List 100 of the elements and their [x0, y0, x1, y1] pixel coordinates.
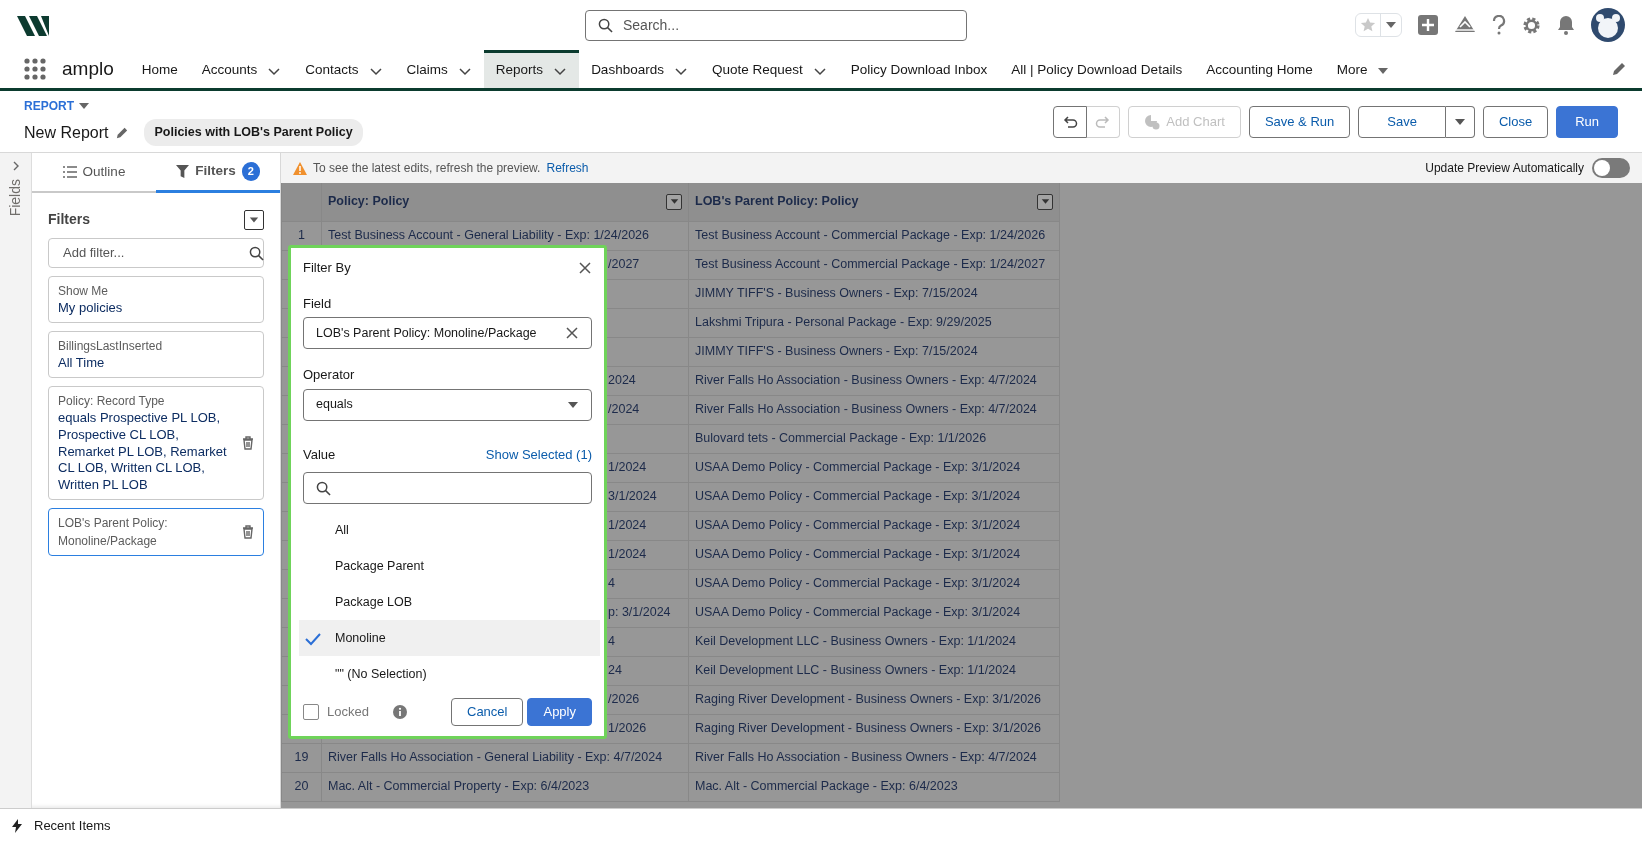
clear-icon[interactable]: [565, 326, 579, 340]
add-filter-field[interactable]: Add filter...: [48, 238, 264, 268]
avatar-icon[interactable]: [1591, 8, 1625, 42]
field-label: Field: [303, 294, 333, 313]
table-cell: USAA Demo Policy - Commercial Package - Exp: 3/1/2024: [695, 460, 1021, 475]
edit-pencil-icon[interactable]: [116, 126, 129, 139]
table-cell: p: 3/1/2024: [608, 605, 671, 620]
toggle-switch[interactable]: [1592, 158, 1630, 178]
notifications-bell-icon[interactable]: [1557, 15, 1575, 35]
value-option[interactable]: Package LOB: [299, 584, 600, 620]
search-icon: [316, 480, 331, 496]
app-launcher-icon[interactable]: [24, 58, 46, 80]
locked-label: Locked: [327, 703, 369, 722]
edit-pencil-icon[interactable]: [1612, 62, 1626, 76]
save-menu-button[interactable]: [1445, 105, 1475, 138]
table-cell: JIMMY TIFF'S - Business Owners - Exp: 7/15/2024: [695, 344, 978, 359]
search-icon: [249, 245, 264, 261]
run-button[interactable]: Run: [1556, 105, 1618, 138]
table-cell: River Falls Ho Association - Business Owners - Exp: 4/7/2024: [695, 402, 1037, 417]
filters-heading: Filters: [48, 210, 90, 229]
column-menu-button[interactable]: [666, 193, 682, 210]
nav-tab[interactable]: Accounting Home: [1194, 50, 1325, 88]
filters-menu-button[interactable]: [244, 209, 264, 230]
value-search-field[interactable]: [303, 472, 592, 504]
filter-label: Policy: Record Type: [58, 392, 166, 410]
settings-icon[interactable]: [1522, 15, 1541, 35]
filter-count-badge: 2: [241, 162, 260, 181]
nav-tab[interactable]: Claims: [394, 50, 484, 88]
row-number: 1: [298, 228, 305, 243]
table-cell: JIMMY TIFF'S - Business Owners - Exp: 7/15/2024: [695, 286, 978, 301]
value-option[interactable]: Package Parent: [299, 548, 600, 584]
filter-card[interactable]: BillingsLastInserted All Time: [48, 330, 264, 378]
caret-down-icon: [669, 197, 679, 207]
popover-title: Filter By: [303, 259, 351, 277]
filter-label: LOB's Parent Policy: Monoline/Package: [58, 515, 169, 551]
table-cell: /2027: [608, 257, 640, 272]
toggle-label: Update Preview Automatically: [1425, 160, 1584, 177]
save-button[interactable]: Save: [1358, 105, 1446, 138]
operator-select[interactable]: equals: [303, 388, 592, 421]
row-number: 20: [294, 779, 309, 794]
search-input[interactable]: Search...: [621, 13, 954, 37]
filter-value: My policies: [58, 300, 124, 317]
table-cell: USAA Demo Policy - Commercial Package - Exp: 3/1/2024: [695, 518, 1021, 533]
nav-tab[interactable]: All | Policy Download Details: [999, 50, 1195, 88]
recent-items-label[interactable]: Recent Items: [34, 816, 111, 836]
table-cell: 1/2024: [608, 460, 647, 475]
column-header: Policy: Policy: [328, 193, 410, 211]
nav-tab[interactable]: More: [1324, 50, 1402, 88]
table-cell: Test Business Account - Commercial Package - Exp: 1/24/2026: [695, 228, 1046, 243]
nav-tab[interactable]: Home: [129, 50, 190, 88]
nav-tab[interactable]: Policy Download Inbox: [838, 50, 1000, 88]
mountain-icon[interactable]: [1454, 15, 1476, 35]
table-cell: USAA Demo Policy - Commercial Package - Exp: 3/1/2024: [695, 489, 1021, 504]
nav-tab[interactable]: Quote Request: [699, 50, 839, 88]
table-cell: 4: [608, 634, 615, 649]
panel-tab[interactable]: Outline: [32, 153, 156, 193]
fields-tab[interactable]: Fields: [5, 179, 26, 217]
nav-tab[interactable]: Contacts: [293, 50, 395, 88]
filter-card[interactable]: LOB's Parent Policy: Monoline/Package: [48, 508, 264, 557]
filter-value: equals Prospective PL LOB, Prospective CL LOB, Remarket PL LOB, Remarket CL LOB, Written CL LOB, Written PL LOB: [58, 409, 228, 495]
field-input[interactable]: LOB's Parent Policy: Monoline/Package: [303, 317, 592, 349]
expand-chevron-icon[interactable]: [11, 161, 20, 171]
toolbar-button[interactable]: Save & Run: [1248, 105, 1351, 138]
toolbar-button[interactable]: Close: [1482, 105, 1549, 138]
table-cell: Raging River Development - Business Owners - Exp: 3/1/2026: [695, 692, 1041, 707]
show-selected-link[interactable]: Show Selected (1): [485, 444, 592, 464]
table-cell: 1/2026: [608, 721, 647, 736]
search-icon: [598, 17, 613, 33]
nav-tab[interactable]: Reports: [483, 50, 580, 88]
value-option[interactable]: Monoline: [299, 620, 600, 656]
table-cell: /2024: [608, 402, 640, 417]
filter-card[interactable]: Show Me My policies: [48, 276, 264, 323]
notice-text: To see the latest edits, refresh the preview.: [313, 160, 541, 177]
table-cell: USAA Demo Policy - Commercial Package - Exp: 3/1/2024: [695, 576, 1021, 591]
table-cell: 2024: [608, 373, 636, 388]
refresh-link[interactable]: Refresh: [546, 159, 589, 177]
value-option[interactable]: "" (No Selection): [299, 656, 600, 692]
trash-icon[interactable]: [242, 525, 254, 540]
cancel-button[interactable]: Cancel: [451, 698, 524, 726]
close-icon[interactable]: [578, 260, 592, 275]
value-option[interactable]: All: [299, 512, 600, 548]
nav-tab[interactable]: Accounts: [189, 50, 294, 88]
undo-button[interactable]: [1053, 105, 1088, 138]
trash-icon[interactable]: [242, 436, 254, 450]
add-filter-input[interactable]: Add filter...: [61, 242, 241, 264]
report-title: New Report: [24, 122, 109, 143]
table-cell: Mac. Alt - Commercial Package - Exp: 6/4/2023: [695, 779, 958, 794]
report-type-label[interactable]: REPORT: [24, 97, 74, 116]
locked-checkbox[interactable]: [303, 704, 319, 720]
help-icon[interactable]: [1492, 15, 1506, 35]
star-icon: [1360, 17, 1376, 33]
redo-icon: [1095, 113, 1112, 130]
filter-card[interactable]: Policy: Record Type equals Prospective PL LOB, Prospective CL LOB, Remarket PL LOB, Remarket CL LOB, Written CL LOB, Written PL LOB: [48, 385, 264, 501]
column-menu-button[interactable]: [1037, 193, 1053, 210]
add-icon[interactable]: [1418, 15, 1438, 35]
info-icon[interactable]: [392, 705, 407, 719]
nav-tab[interactable]: Dashboards: [579, 50, 700, 88]
apply-button[interactable]: Apply: [527, 698, 592, 726]
chart-icon: [1144, 113, 1161, 130]
search-field[interactable]: Search...: [585, 9, 967, 41]
